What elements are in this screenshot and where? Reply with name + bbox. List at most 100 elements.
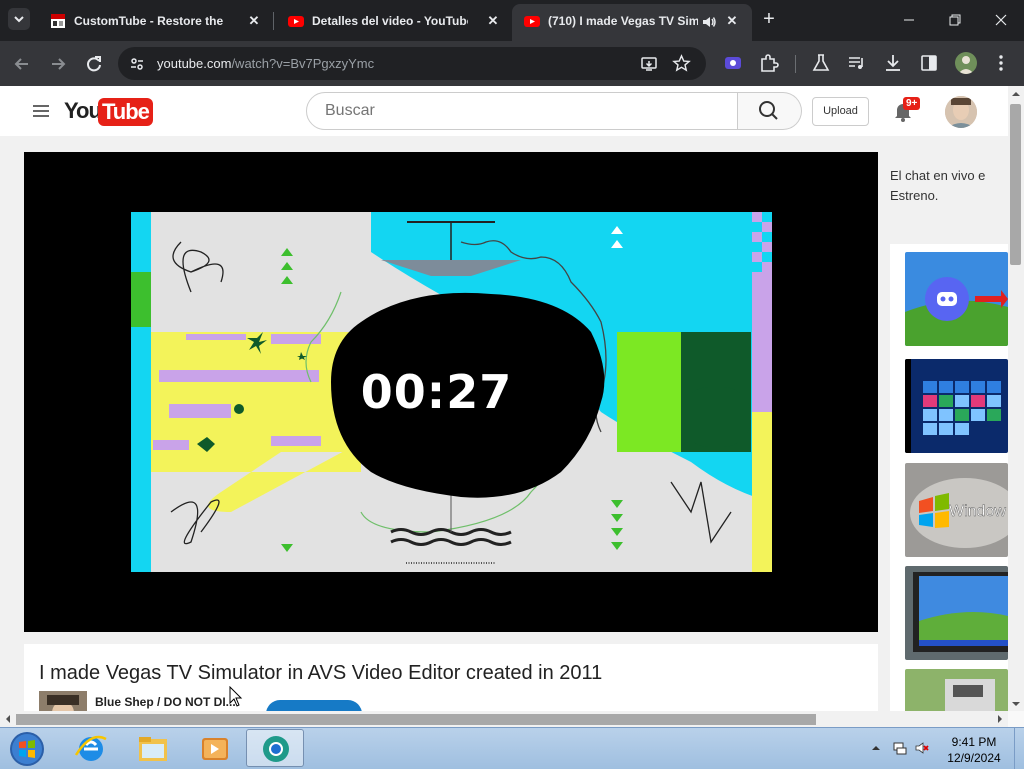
vertical-scrollbar-thumb[interactable] [1010, 104, 1021, 265]
recommended-thumbnail-windows8[interactable] [905, 359, 1008, 453]
url-text[interactable]: youtube.com/watch?v=Bv7PgxzyYmc [157, 56, 374, 71]
profile-avatar[interactable] [955, 52, 977, 74]
recommended-thumbnail-windows7[interactable]: Window [905, 463, 1008, 557]
forward-arrow-icon[interactable] [47, 53, 69, 75]
windows-taskbar: 9:41 PM 12/9/2024 [0, 727, 1024, 769]
close-tab-icon[interactable]: ✕ [244, 11, 264, 31]
video-title: I made Vegas TV Simulator in AVS Video E… [39, 662, 603, 684]
back-arrow-icon[interactable] [11, 53, 33, 75]
scroll-down-arrow-icon[interactable] [1011, 700, 1021, 708]
restore-icon [949, 14, 961, 26]
video-info-panel: I made Vegas TV Simulator in AVS Video E… [24, 644, 878, 711]
windows8-start-thumbnail-icon [905, 359, 1008, 453]
tab-divider [273, 12, 274, 30]
clock-date: 12/9/2024 [947, 751, 1001, 765]
browser-tab-strip: CustomTube - Restore the Old ✕ Detalles … [0, 0, 1024, 41]
install-app-icon[interactable] [640, 55, 658, 73]
video-frame[interactable]: 00:27 [131, 212, 772, 572]
tab-detalles-video[interactable]: Detalles del video - YouTube St ✕ [276, 6, 508, 36]
tab-vegas-tv-active[interactable]: (710) I made Vegas TV Sim ✕ [512, 4, 752, 41]
url-host: youtube.com [157, 56, 232, 71]
media-player-icon [202, 738, 228, 760]
taskbar-internet-explorer[interactable] [62, 729, 120, 767]
channel-avatar-icon [39, 691, 87, 711]
bookmark-star-icon[interactable] [672, 54, 691, 73]
site-info-icon[interactable] [128, 55, 146, 73]
file-explorer-icon [139, 737, 167, 761]
tab-search-button[interactable] [8, 8, 30, 30]
account-avatar[interactable] [945, 96, 977, 128]
chevron-down-icon [14, 16, 24, 23]
system-clock[interactable]: 9:41 PM 12/9/2024 [938, 734, 1010, 766]
search-input[interactable] [323, 101, 727, 121]
show-desktop-button[interactable] [1014, 728, 1024, 769]
recommended-thumbnail-laptop[interactable] [905, 566, 1008, 660]
extensions-puzzle-icon[interactable] [758, 52, 780, 74]
scroll-up-arrow-icon[interactable] [1011, 90, 1021, 98]
logo-tube-text: Tube [98, 98, 153, 126]
browser-toolbar: youtube.com/watch?v=Bv7PgxzyYmc [0, 41, 1024, 86]
speaker-icon[interactable] [701, 14, 717, 30]
tab-customtube[interactable]: CustomTube - Restore the Old ✕ [38, 6, 270, 36]
minimize-icon [904, 19, 914, 21]
discord-thumbnail-icon [905, 252, 1008, 346]
restore-button[interactable] [932, 0, 978, 40]
chrome-icon [263, 736, 289, 762]
close-icon [995, 14, 1007, 26]
watch-page-content: 00:27 El chat en vivo e Estreno. Window … [0, 136, 1008, 711]
url-path: /watch?v=Bv7PgxzyYmc [231, 56, 375, 71]
youtube-studio-favicon [288, 16, 304, 27]
live-chat-note: El chat en vivo e Estreno. [890, 168, 986, 203]
search-icon [759, 101, 778, 120]
reload-icon[interactable] [83, 53, 105, 75]
search-button[interactable] [738, 92, 802, 130]
search-box [306, 92, 738, 130]
customtube-favicon [51, 14, 65, 28]
taskbar-media-player[interactable] [186, 729, 244, 767]
recommended-sidebar: Window [890, 244, 1008, 711]
recommended-thumbnail-discord[interactable] [905, 252, 1008, 346]
extension-screen-icon[interactable] [722, 52, 744, 74]
taskbar-chrome[interactable] [246, 729, 304, 767]
youtube-favicon [524, 16, 540, 27]
network-icon[interactable] [892, 740, 908, 756]
profile-icon [958, 56, 974, 74]
subscribe-button[interactable] [266, 700, 362, 711]
taskbar-file-explorer[interactable] [124, 729, 182, 767]
media-control-icon[interactable] [846, 52, 868, 74]
close-tab-icon[interactable]: ✕ [722, 11, 742, 31]
hamburger-menu-icon[interactable] [33, 105, 49, 117]
clock-time: 9:41 PM [951, 735, 997, 749]
windows-logo-thumbnail-icon: Window [905, 463, 1008, 557]
address-bar[interactable]: youtube.com/watch?v=Bv7PgxzyYmc [118, 47, 706, 80]
recommended-thumbnail-truck[interactable] [905, 669, 1008, 711]
user-avatar-icon [945, 96, 977, 128]
show-hidden-icons-icon[interactable] [868, 740, 884, 756]
minimize-button[interactable] [886, 0, 932, 40]
start-orb-icon [10, 732, 44, 766]
channel-name[interactable]: Blue Shep / DO NOT DI... [95, 695, 236, 709]
tab-title: (710) I made Vegas TV Sim [548, 14, 698, 28]
video-artwork [131, 212, 772, 572]
side-panel-icon[interactable] [918, 52, 940, 74]
scroll-left-arrow-icon[interactable] [4, 714, 12, 724]
youtube-masthead: You Tube Upload 9+ [0, 86, 1008, 136]
scroll-right-arrow-icon[interactable] [996, 714, 1004, 724]
internet-explorer-icon [74, 735, 107, 761]
toolbar-divider [795, 55, 796, 73]
volume-muted-icon[interactable] [914, 740, 930, 756]
labs-flask-icon[interactable] [810, 52, 832, 74]
new-tab-button[interactable]: + [758, 9, 780, 31]
video-player[interactable]: 00:27 [24, 152, 878, 632]
close-tab-icon[interactable]: ✕ [483, 11, 503, 31]
laptop-screen-thumbnail-icon [905, 566, 1008, 660]
more-vertical-icon[interactable] [990, 52, 1012, 74]
upload-button[interactable]: Upload [812, 97, 869, 126]
channel-avatar[interactable] [39, 691, 87, 711]
truck-thumbnail-icon [905, 669, 1008, 711]
horizontal-scrollbar-thumb[interactable] [16, 714, 816, 725]
start-button[interactable] [0, 729, 58, 767]
download-icon[interactable] [882, 52, 904, 74]
tab-title: Detalles del video - YouTube St [312, 14, 468, 28]
close-window-button[interactable] [978, 0, 1024, 40]
